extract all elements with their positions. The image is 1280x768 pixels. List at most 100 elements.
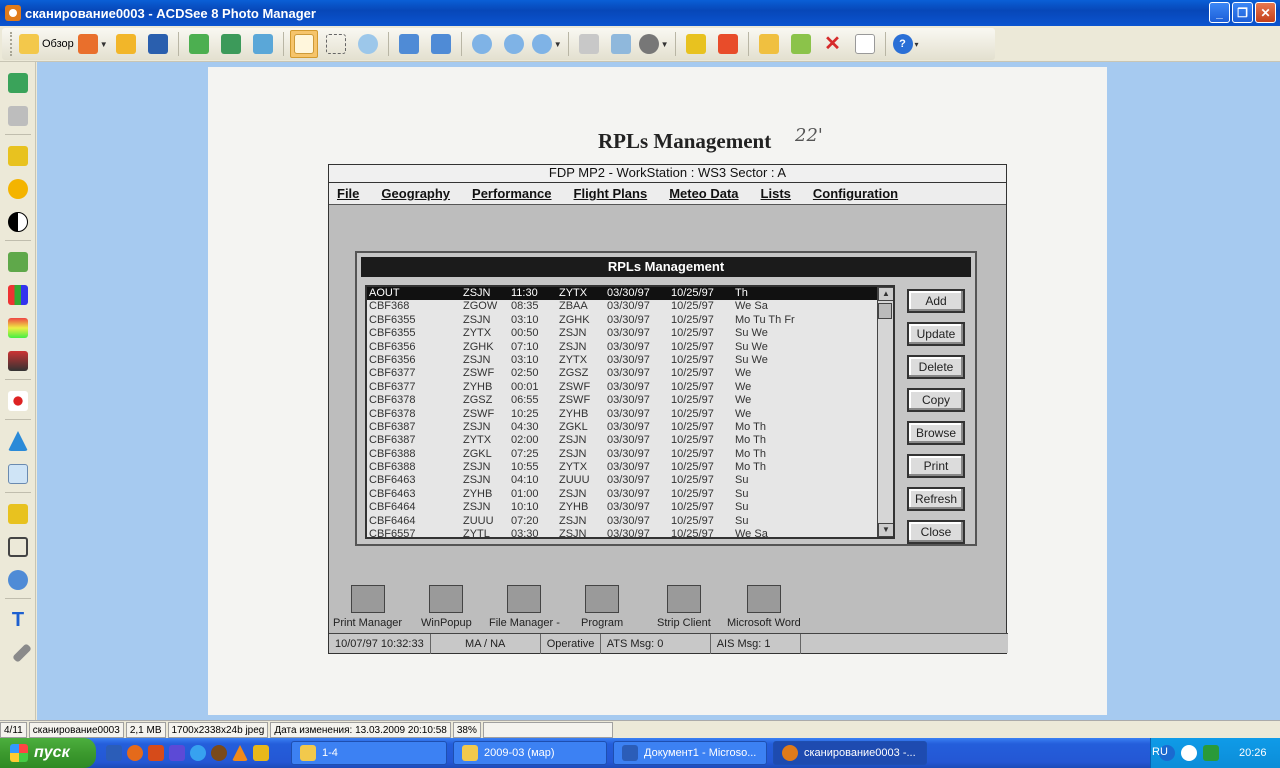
menu-lists: Lists [760, 186, 791, 201]
quick-app-icon[interactable] [148, 745, 164, 761]
properties-button[interactable] [851, 30, 879, 58]
app-icon-label: WinPopup [421, 617, 472, 629]
rotate-left-button[interactable] [395, 30, 423, 58]
task-folder-1-4[interactable]: 1-4 [291, 741, 447, 765]
row-departure: ZSJN [463, 420, 491, 433]
taskbar: пуск 1-4 2009-03 (мар) Документ1 - Micro… [0, 738, 1280, 768]
red-eye-button[interactable] [6, 389, 30, 413]
network-icon[interactable] [1181, 745, 1197, 761]
image-viewer[interactable]: RPLs Management 22' FDP MP2 - WorkStatio… [37, 62, 1280, 720]
gradient-button[interactable] [6, 349, 30, 373]
menu-meteo-data: Meteo Data [669, 186, 739, 201]
word-icon[interactable] [106, 745, 122, 761]
row-callsign: CBF6377 [369, 380, 416, 393]
task-label: сканирование0003 -... [804, 747, 916, 759]
color-balance-button[interactable] [6, 316, 30, 340]
tray-app-icon[interactable] [1203, 745, 1219, 761]
select-tool-button[interactable] [322, 30, 350, 58]
list-item: CBF6388 ZSJN 10:55 ZYTX 03/30/97 10/25/97 Mo T… [367, 461, 893, 474]
save-button[interactable] [144, 30, 172, 58]
move-to-button[interactable] [755, 30, 783, 58]
crop-button[interactable] [6, 535, 30, 559]
next-image-button[interactable] [217, 30, 245, 58]
media-icon[interactable] [211, 745, 227, 761]
levels-button[interactable] [6, 250, 30, 274]
slideshow-button[interactable] [249, 30, 277, 58]
minimize-button[interactable]: _ [1209, 2, 1230, 23]
zoom-in-button[interactable] [468, 30, 496, 58]
color-balance-icon [8, 318, 28, 338]
lightning-icon[interactable] [253, 745, 269, 761]
scanned-menu-bar: File Geography Performance Flight Plans … [329, 183, 1006, 205]
browser-icon[interactable] [127, 745, 143, 761]
clock[interactable]: 20:26 [1239, 747, 1267, 759]
hand-tool-button[interactable] [289, 30, 318, 58]
previous-image-button[interactable] [185, 30, 213, 58]
open-button[interactable] [112, 30, 140, 58]
zoom-tool-button[interactable] [354, 30, 382, 58]
status-empty [482, 721, 613, 738]
acdsee-app-icon[interactable] [5, 5, 21, 21]
row-valid-from: 03/30/97 [607, 420, 650, 433]
acdsee-icon [782, 745, 798, 761]
audio-button[interactable]: ▼ [638, 30, 669, 58]
language-indicator[interactable]: RU [1152, 746, 1168, 758]
vlc-icon[interactable] [232, 745, 248, 761]
row-departure: ZSJN [463, 313, 491, 326]
row-days: Su [735, 487, 749, 500]
help-button[interactable]: ? ▾ [892, 30, 920, 58]
explorer-icon[interactable] [169, 745, 185, 761]
row-valid-from: 03/30/97 [607, 461, 650, 474]
wallpaper-tile-button[interactable] [714, 30, 742, 58]
task-acdsee[interactable]: сканирование0003 -... [773, 741, 927, 765]
toolbar-separator [5, 379, 31, 380]
browse-button[interactable]: Обзор [19, 30, 74, 58]
copy-to-button[interactable] [787, 30, 815, 58]
redo-button[interactable] [6, 104, 30, 128]
noise-button[interactable] [6, 462, 30, 486]
task-label: 1-4 [322, 747, 338, 759]
contrast-button[interactable] [6, 210, 30, 234]
histogram-icon [8, 285, 28, 305]
task-folder-2009-03[interactable]: 2009-03 (мар) [453, 741, 607, 765]
acquire-button[interactable] [607, 30, 635, 58]
text-button[interactable]: T [6, 608, 30, 632]
row-destination: ZYHB [559, 407, 589, 420]
delete-button[interactable]: ✕ [819, 30, 847, 58]
edit-menu-button[interactable]: ▼ [77, 30, 108, 58]
auto-levels-button[interactable] [6, 144, 30, 168]
row-valid-from: 03/30/97 [607, 300, 650, 313]
effects-button[interactable] [6, 502, 30, 526]
histogram-button[interactable] [6, 283, 30, 307]
noise-icon [8, 464, 28, 484]
close-button[interactable]: ✕ [1255, 2, 1276, 23]
rotate-button[interactable] [6, 568, 30, 592]
ie-icon[interactable] [190, 745, 206, 761]
exposure-button[interactable] [6, 177, 30, 201]
row-destination: ZSJN [559, 528, 587, 539]
task-word-document[interactable]: Документ1 - Microso... [613, 741, 767, 765]
row-departure: ZSWF [463, 367, 495, 380]
toolbar-grip[interactable] [10, 32, 13, 56]
list-item: CBF6387 ZYTX 02:00 ZSJN 03/30/97 10/25/97 Mo T… [367, 434, 893, 447]
row-callsign: CBF6356 [369, 353, 416, 366]
maximize-button[interactable]: ❐ [1232, 2, 1253, 23]
start-button[interactable]: пуск [0, 738, 96, 768]
dialog-title: RPLs Management [361, 257, 971, 277]
slideshow-icon [252, 34, 273, 54]
zoom-out-button[interactable] [500, 30, 528, 58]
wallpaper-center-button[interactable] [682, 30, 710, 58]
title-bar: сканирование0003 - ACDSee 8 Photo Manage… [0, 0, 1280, 26]
chevron-down-icon: ▾ [914, 39, 919, 49]
undo-button[interactable] [6, 71, 30, 95]
windows-flag-icon [10, 744, 28, 762]
print-button[interactable] [575, 30, 603, 58]
scanned-status-bar: 10/07/97 10:32:33 MA / NA Operative ATS … [329, 633, 1008, 654]
row-days: Mo Th [735, 434, 766, 447]
row-departure: ZSJN [463, 461, 491, 474]
sharpen-button[interactable] [6, 429, 30, 453]
rotate-right-button[interactable] [427, 30, 455, 58]
zoom-menu-button[interactable]: ▼ [531, 30, 562, 58]
tools-button[interactable] [6, 641, 32, 665]
row-time: 08:35 [511, 300, 539, 313]
